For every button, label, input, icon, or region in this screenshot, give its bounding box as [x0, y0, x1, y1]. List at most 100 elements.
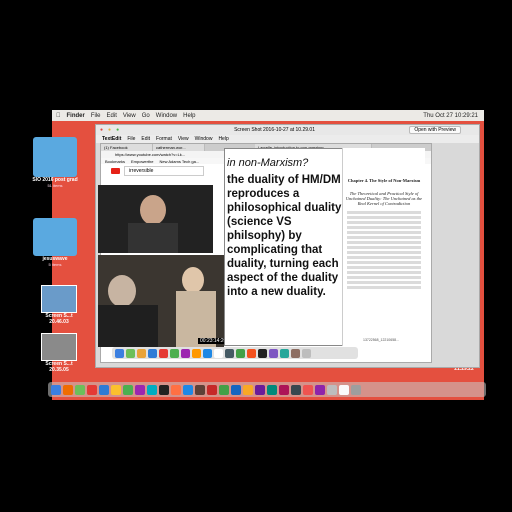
app-icon[interactable]	[280, 348, 289, 358]
minimize-icon[interactable]: ●	[108, 127, 111, 133]
dock	[48, 382, 486, 397]
person-head	[108, 275, 136, 307]
person-head	[182, 267, 204, 293]
screenshot-thumbnail-icon	[41, 333, 77, 361]
trash-icon[interactable]	[351, 384, 361, 395]
menu-go[interactable]: Go	[142, 113, 150, 119]
app-icon[interactable]	[111, 384, 121, 395]
app-icon[interactable]	[279, 384, 289, 395]
doc-page-label: 13722568_12210658...	[363, 338, 400, 342]
chrome-icon[interactable]	[123, 384, 133, 395]
doc-subtitle: The Theoretical and Practical Style of U…	[345, 191, 423, 206]
inner-menu-app[interactable]: TextEdit	[102, 136, 121, 142]
menu-help[interactable]: Help	[183, 113, 195, 119]
app-icon[interactable]	[214, 348, 223, 358]
app-icon[interactable]	[192, 348, 201, 358]
person-head	[140, 195, 166, 225]
desktop-icon-sub: 51 items	[47, 183, 63, 188]
app-icon[interactable]	[267, 384, 277, 395]
video-player[interactable]: 00:23:14:20	[98, 255, 229, 347]
app-icon[interactable]	[339, 384, 349, 395]
bookmark-item[interactable]: Bookmarks	[105, 159, 125, 164]
menu-window[interactable]: Window	[156, 113, 177, 119]
desktop-folder-jesuswave[interactable]: jesuswave 5 items	[32, 218, 78, 267]
desktop-screenshot-1[interactable]: Screen S...t 20.46.03	[38, 285, 80, 325]
menu-clock[interactable]: Thu Oct 27 10:29:21	[423, 113, 484, 119]
safari-icon[interactable]	[99, 384, 109, 395]
finder-icon[interactable]	[115, 348, 124, 358]
bookmark-item[interactable]: New Adams Tech ga...	[159, 159, 199, 164]
menu-view[interactable]: View	[123, 113, 136, 119]
app-icon[interactable]	[170, 348, 179, 358]
youtube-search-input[interactable]: irreversible	[124, 166, 204, 176]
person-body	[98, 305, 158, 347]
inner-dock	[112, 347, 358, 359]
app-icon[interactable]	[258, 348, 267, 358]
spotify-icon[interactable]	[219, 384, 229, 395]
app-icon[interactable]	[75, 384, 85, 395]
bookmark-item[interactable]: Empowerthe	[131, 159, 153, 164]
app-icon[interactable]	[236, 348, 245, 358]
app-icon[interactable]	[183, 384, 193, 395]
inner-menu-item[interactable]: File	[127, 136, 135, 142]
tab-facebook[interactable]: (1) Facebook	[101, 144, 153, 151]
desktop-icon-label: Screen S...t 20.35.05	[45, 361, 73, 373]
screenshot-thumbnail-icon	[41, 285, 77, 313]
apple-menu-icon[interactable]: 	[56, 113, 61, 119]
doc-chapter-title: Chapter 4. The Style of Non-Marxism	[347, 178, 421, 183]
app-icon[interactable]	[159, 348, 168, 358]
menu-bar:  Finder File Edit View Go Window Help T…	[52, 110, 484, 121]
menu-app-name[interactable]: Finder	[67, 113, 85, 119]
inner-menu-item[interactable]: View	[178, 136, 189, 142]
app-icon[interactable]	[231, 384, 241, 395]
safari-icon[interactable]	[148, 348, 157, 358]
tab-catherman[interactable]: catherman.wor...	[153, 144, 205, 151]
inner-menu-bar: TextEdit File Edit Format View Window He…	[96, 135, 479, 143]
app-icon[interactable]	[243, 384, 253, 395]
inner-menu-item[interactable]: Window	[195, 136, 213, 142]
trash-icon[interactable]	[302, 348, 311, 358]
inner-menu-item[interactable]: Edit	[141, 136, 150, 142]
app-icon[interactable]	[171, 384, 181, 395]
app-icon[interactable]	[203, 348, 212, 358]
desktop-icon-label: Screen S...t 20.46.03	[45, 313, 73, 325]
app-icon[interactable]	[207, 384, 217, 395]
app-icon[interactable]	[137, 348, 146, 358]
doc-body-text	[343, 206, 425, 294]
app-icon[interactable]	[181, 348, 190, 358]
app-icon[interactable]	[291, 348, 300, 358]
menu-file[interactable]: File	[91, 113, 101, 119]
desktop-folder-sio[interactable]: SIO 2016 post grad 51 items	[32, 137, 78, 188]
app-icon[interactable]	[135, 384, 145, 395]
close-icon[interactable]: ●	[100, 127, 103, 133]
app-icon[interactable]	[87, 384, 97, 395]
app-icon[interactable]	[159, 384, 169, 395]
app-icon[interactable]	[126, 348, 135, 358]
app-icon[interactable]	[147, 384, 157, 395]
inner-menu-item[interactable]: Help	[218, 136, 228, 142]
menu-edit[interactable]: Edit	[107, 113, 117, 119]
app-icon[interactable]	[315, 384, 325, 395]
finder-icon[interactable]	[51, 384, 61, 395]
app-icon[interactable]	[247, 348, 256, 358]
youtube-logo-icon[interactable]	[111, 168, 120, 174]
app-icon[interactable]	[63, 384, 73, 395]
inner-menu-item[interactable]: Format	[156, 136, 172, 142]
highlight-text: the duality of HM/DM reproduces a philos…	[227, 174, 342, 298]
app-icon[interactable]	[327, 384, 337, 395]
person-body	[128, 223, 178, 253]
app-icon[interactable]	[291, 384, 301, 395]
desktop-screenshot-2[interactable]: Screen S...t 20.35.05	[38, 333, 80, 373]
folder-icon	[33, 218, 77, 256]
address-bar[interactable]: https://www.youtube.com/watch?v=Lk...	[115, 152, 185, 157]
app-icon[interactable]	[225, 348, 234, 358]
app-icon[interactable]	[269, 348, 278, 358]
folder-icon	[33, 137, 77, 177]
open-with-preview-button[interactable]: Open with Preview	[409, 126, 461, 134]
video-thumbnail-speaker[interactable]	[98, 185, 213, 253]
app-icon[interactable]	[303, 384, 313, 395]
app-icon[interactable]	[255, 384, 265, 395]
highlight-text-panel: in non-Marxism? the duality of HM/DM rep…	[224, 148, 346, 346]
zoom-icon[interactable]: ●	[116, 127, 119, 133]
app-icon[interactable]	[195, 384, 205, 395]
